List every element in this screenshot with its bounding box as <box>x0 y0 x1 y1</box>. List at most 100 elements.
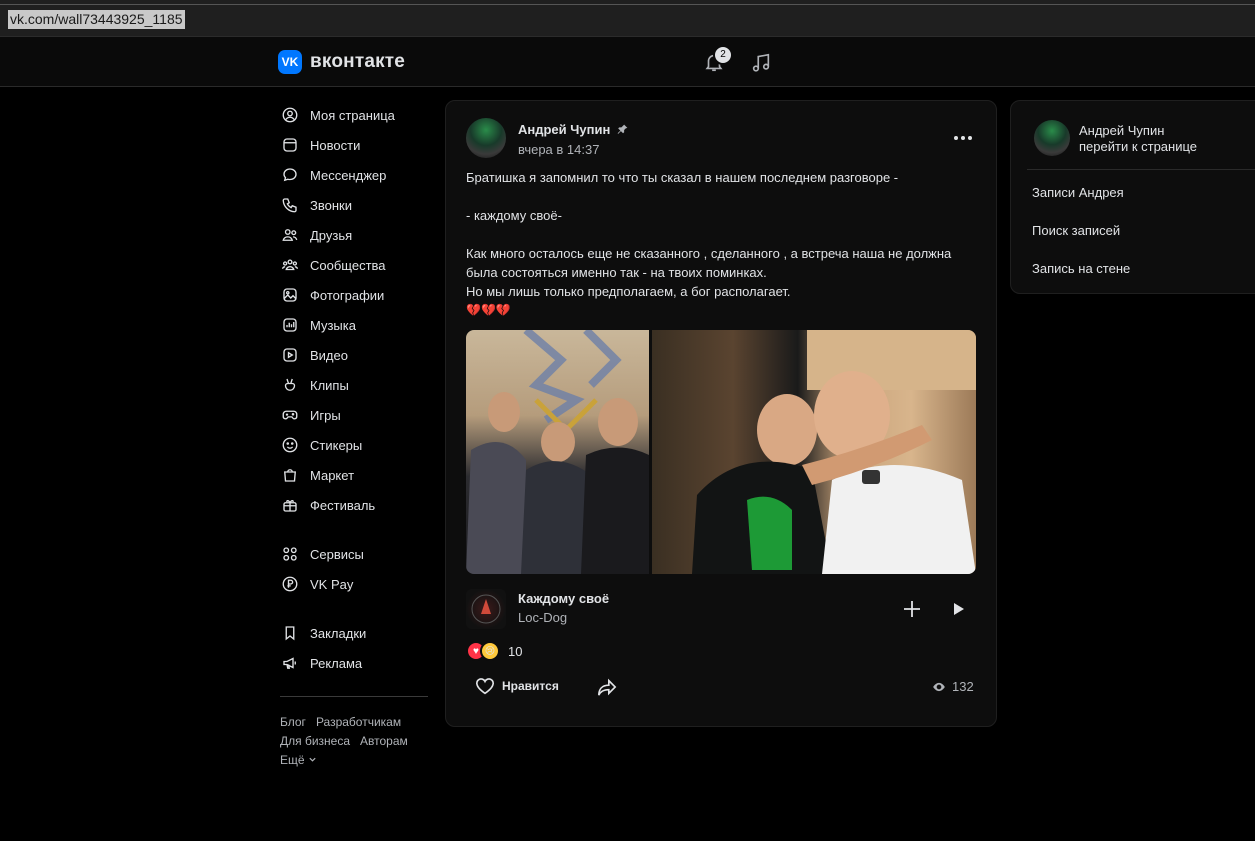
post-photos <box>466 330 976 574</box>
right-panel-item-wall-post[interactable]: Запись на стене <box>1032 261 1130 276</box>
grid-icon <box>280 544 300 564</box>
vk-logo[interactable]: VK вконтакте <box>278 50 405 74</box>
nav-video[interactable]: Видео <box>280 340 430 370</box>
post-text-line <box>466 225 981 244</box>
music-icon <box>280 315 300 335</box>
nav-bookmarks[interactable]: Закладки <box>280 618 430 648</box>
video-icon <box>280 345 300 365</box>
nav-vkpay[interactable]: VK Pay <box>280 569 430 599</box>
heart-icon <box>475 678 495 695</box>
nav-label: Моя страница <box>310 107 395 123</box>
nav-photos[interactable]: Фотографии <box>280 280 430 310</box>
nav-label: Закладки <box>310 625 367 641</box>
nav-label: Клипы <box>310 377 349 393</box>
notifications-button[interactable]: 2 <box>703 45 733 73</box>
audio-add-button[interactable] <box>902 599 922 619</box>
wall-post: Андрей Чупин вчера в 14:37 Братишка я за… <box>445 100 997 727</box>
friends-icon <box>280 225 300 245</box>
megaphone-icon <box>280 653 300 673</box>
post-photo[interactable] <box>652 330 976 574</box>
audio-attachment: Каждому своё Loc-Dog <box>466 589 976 629</box>
nav-communities[interactable]: Сообщества <box>280 250 430 280</box>
message-icon <box>280 165 300 185</box>
post-author[interactable]: Андрей Чупин <box>518 122 629 137</box>
nav-services[interactable]: Сервисы <box>280 539 430 569</box>
smile-icon <box>280 435 300 455</box>
nav-my-page[interactable]: Моя страница <box>280 100 430 130</box>
photo-illustration <box>692 330 976 574</box>
chevron-down-icon <box>308 757 316 762</box>
footer-link-authors[interactable]: Авторам <box>360 734 408 748</box>
bag-icon <box>280 465 300 485</box>
nav-label: Реклама <box>310 655 363 671</box>
post-text: Братишка я запомнил то что ты сказал в н… <box>466 168 981 320</box>
nav-label: Фотографии <box>310 287 385 303</box>
nav-label: Игры <box>310 407 341 423</box>
nav-label: Сервисы <box>310 546 364 562</box>
reactions-count: 10 <box>508 643 523 659</box>
user-circle-icon <box>280 105 300 125</box>
album-art-icon <box>471 594 501 624</box>
like-button[interactable]: Нравится <box>474 675 559 697</box>
vk-logo-mark: VK <box>278 50 302 74</box>
audio-cover[interactable] <box>466 589 506 629</box>
communities-icon <box>280 255 300 275</box>
right-panel-divider <box>1027 169 1255 170</box>
right-panel-avatar[interactable] <box>1034 120 1070 156</box>
right-panel: Андрей Чупин перейти к странице Записи А… <box>1010 100 1255 294</box>
nav-label: Видео <box>310 347 348 363</box>
nav-label: Стикеры <box>310 437 363 453</box>
nav-market[interactable]: Маркет <box>280 460 430 490</box>
views-counter: 132 <box>932 679 974 694</box>
nav-stickers[interactable]: Стикеры <box>280 430 430 460</box>
footer-link-blog[interactable]: Блог <box>280 715 306 729</box>
footer-link-business[interactable]: Для бизнеса <box>280 734 350 748</box>
nav-festival[interactable]: Фестиваль <box>280 490 430 520</box>
right-panel-item-search[interactable]: Поиск записей <box>1032 223 1120 238</box>
footer-more[interactable]: Ещё <box>280 751 430 770</box>
post-date[interactable]: вчера в 14:37 <box>518 142 599 157</box>
nav-games[interactable]: Игры <box>280 400 430 430</box>
reactions-summary[interactable]: ♥ 😢 10 <box>466 641 522 661</box>
bookmark-icon <box>280 623 300 643</box>
nav-label: Маркет <box>310 467 355 483</box>
nav-messenger[interactable]: Мессенджер <box>280 160 430 190</box>
nav-label: Фестиваль <box>310 497 376 513</box>
like-label: Нравится <box>502 679 559 693</box>
post-text-line: была состояться именно так - на твоих по… <box>466 265 767 280</box>
music-player-button[interactable] <box>750 52 772 74</box>
share-button[interactable] <box>596 677 618 700</box>
right-panel-item-posts[interactable]: Записи Андрея <box>1032 185 1124 200</box>
url-field[interactable]: vk.com/wall73443925_1185 <box>8 10 185 29</box>
nav-label: VK Pay <box>310 576 354 592</box>
news-icon <box>280 135 300 155</box>
post-actions: Нравится 132 <box>474 675 984 699</box>
post-text-line: Как много осталось еще не сказанного , с… <box>466 246 952 261</box>
audio-artist[interactable]: Loc-Dog <box>518 610 567 625</box>
nav-music[interactable]: Музыка <box>280 310 430 340</box>
share-arrow-icon <box>598 678 617 696</box>
post-photo[interactable] <box>466 330 649 574</box>
nav-clips[interactable]: Клипы <box>280 370 430 400</box>
post-emoji-line: 💔💔💔 <box>466 303 511 317</box>
nav-ads[interactable]: Реклама <box>280 648 430 678</box>
site-header: VK вконтакте 2 <box>0 37 1255 87</box>
eye-icon <box>933 682 945 691</box>
nav-friends[interactable]: Друзья <box>280 220 430 250</box>
plus-icon <box>904 601 920 617</box>
photo-icon <box>280 285 300 305</box>
right-panel-name[interactable]: Андрей Чупин <box>1079 123 1164 138</box>
post-text-line <box>466 187 981 206</box>
audio-title[interactable]: Каждому своё <box>518 591 609 606</box>
author-name: Андрей Чупин <box>518 122 611 137</box>
nav-calls[interactable]: Звонки <box>280 190 430 220</box>
nav-label: Друзья <box>310 227 353 243</box>
go-to-page-link[interactable]: перейти к странице <box>1079 139 1197 154</box>
footer-link-developers[interactable]: Разработчикам <box>316 715 401 729</box>
notifications-badge: 2 <box>713 45 733 65</box>
post-text-line: Но мы лишь только предполагаем, а бог ра… <box>466 284 791 299</box>
nav-news[interactable]: Новости <box>280 130 430 160</box>
post-more-button[interactable] <box>951 130 975 146</box>
audio-play-button[interactable] <box>948 599 968 619</box>
author-avatar[interactable] <box>466 118 506 158</box>
